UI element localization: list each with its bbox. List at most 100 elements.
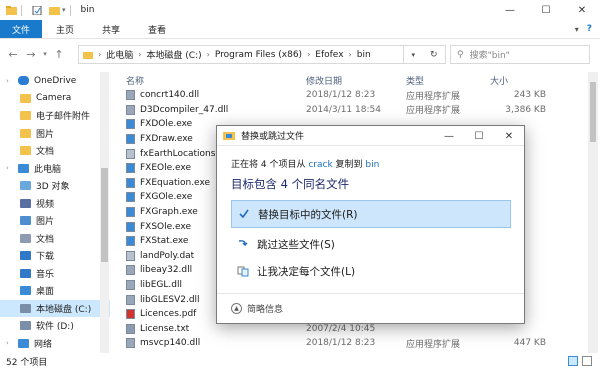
exe-icon xyxy=(126,221,135,232)
close-button[interactable]: ✕ xyxy=(564,0,600,20)
sidebar-item[interactable]: › OneDrive xyxy=(0,72,110,90)
tab-home[interactable]: 主页 xyxy=(42,20,88,38)
scrollbar-thumb[interactable] xyxy=(101,168,108,262)
skip-files-option[interactable]: 跳过这些文件(S) xyxy=(231,230,511,258)
breadcrumb-drive-c[interactable]: 本地磁盘 (C:) xyxy=(146,48,201,61)
sidebar-item[interactable]: 下载 xyxy=(0,247,110,265)
dialog-maximize-button[interactable]: ☐ xyxy=(464,126,494,146)
sidebar-item[interactable]: 图片 xyxy=(0,212,110,230)
scrollbar-thumb[interactable] xyxy=(590,82,596,142)
sidebar-item-label: 下载 xyxy=(36,252,55,263)
file-row[interactable]: msvcp140.dll 2018/1/12 8:23 应用程序扩展 447 KB xyxy=(116,336,586,351)
file-row[interactable]: D3Dcompiler_47.dll 2014/3/11 18:54 应用程序扩展 3… xyxy=(116,103,586,118)
search-placeholder: 搜索"bin" xyxy=(469,51,510,61)
sidebar-item-label: 软件 (D:) xyxy=(36,322,74,333)
ribbon-expand-icon[interactable]: ▾ xyxy=(575,25,579,34)
new-folder-icon[interactable] xyxy=(49,6,60,15)
sidebar-item-label: 图片 xyxy=(36,129,55,140)
sidebar-item[interactable]: 文档 xyxy=(0,142,110,160)
maximize-button[interactable]: ☐ xyxy=(528,0,564,20)
file-name: FXEquation.exe xyxy=(140,177,211,188)
sidebar-item-label: 本地磁盘 (C:) xyxy=(36,304,92,315)
file-date: 2014/3/11 18:54 xyxy=(306,104,381,115)
dialog-minimize-button[interactable]: — xyxy=(434,126,464,146)
cube-icon xyxy=(20,181,31,191)
dialog-title: 替换或跳过文件 xyxy=(241,132,305,142)
exe-icon xyxy=(126,236,135,247)
sidebar-item[interactable]: 3D 对象 xyxy=(0,177,110,195)
folder-icon xyxy=(20,128,31,138)
chevron-right-icon[interactable]: › xyxy=(207,50,210,59)
sidebar-item[interactable]: 本地磁盘 (C:) xyxy=(0,299,110,317)
decide-icon xyxy=(237,265,249,277)
tab-file[interactable]: 文件 xyxy=(0,20,43,38)
back-icon[interactable]: ← xyxy=(4,48,22,61)
folder-icon xyxy=(20,111,31,121)
file-name: concrt140.dll xyxy=(140,90,200,101)
pictures-icon xyxy=(20,216,31,226)
destination-folder-link[interactable]: bin xyxy=(365,160,379,170)
recent-dropdown-icon[interactable]: ▾ xyxy=(40,50,50,58)
file-list-scrollbar[interactable] xyxy=(588,72,598,353)
file-name: FXStat.exe xyxy=(140,236,189,247)
properties-icon[interactable] xyxy=(32,5,43,15)
column-size[interactable]: 大小 xyxy=(490,74,508,87)
chevron-right-icon[interactable]: › xyxy=(307,50,310,59)
dll-icon xyxy=(126,90,135,101)
file-row[interactable]: concrt140.dll 2018/1/12 8:23 应用程序扩展 243 KB xyxy=(116,88,586,103)
sidebar-item-label: OneDrive xyxy=(34,75,77,86)
sidebar-item[interactable]: Camera xyxy=(0,90,110,108)
exe-icon xyxy=(126,192,135,203)
breadcrumb-bin[interactable]: bin xyxy=(357,50,371,60)
file-name: libeay32.dll xyxy=(140,265,193,276)
breadcrumb-efofex[interactable]: Efofex xyxy=(315,50,343,60)
column-type[interactable]: 类型 xyxy=(406,74,424,87)
sidebar-item[interactable]: 图片 xyxy=(0,125,110,143)
chevron-right-icon[interactable]: › xyxy=(6,164,13,172)
column-header: 名称 修改日期 类型 大小 xyxy=(116,72,586,88)
qat-dropdown-icon[interactable]: ▾ xyxy=(62,6,66,14)
chevron-right-icon[interactable]: › xyxy=(6,77,13,85)
refresh-icon[interactable]: ↻ xyxy=(430,50,438,60)
sidebar-item[interactable]: 文档 xyxy=(0,230,110,248)
sidebar-item[interactable]: 桌面 xyxy=(0,282,110,300)
sidebar-item[interactable]: 音乐 xyxy=(0,265,110,283)
minimize-button[interactable]: — xyxy=(492,0,528,20)
decide-each-file-option[interactable]: 让我决定每个文件(L) xyxy=(231,257,511,285)
search-box[interactable]: ⚲ 搜索"bin" xyxy=(450,45,590,64)
fewer-details-label: 简略信息 xyxy=(247,305,284,315)
forward-icon[interactable]: → xyxy=(22,48,40,61)
fewer-details-toggle[interactable]: ▲ 简略信息 xyxy=(217,293,524,323)
navigation-scrollbar[interactable] xyxy=(100,72,109,353)
column-date[interactable]: 修改日期 xyxy=(306,74,342,87)
details-view-icon[interactable] xyxy=(568,356,578,366)
chevron-right-icon[interactable]: › xyxy=(98,50,101,59)
chevron-right-icon[interactable]: › xyxy=(138,50,141,59)
desktop-icon xyxy=(20,286,31,296)
sidebar-item[interactable]: › 网络 xyxy=(0,335,110,353)
txt-icon xyxy=(126,323,135,334)
help-icon[interactable]: ? xyxy=(587,24,592,34)
folder-icon xyxy=(6,5,17,15)
address-bar[interactable]: › 此电脑 › 本地磁盘 (C:) › Program Files (x86) … xyxy=(78,45,404,64)
replace-files-option[interactable]: 替换目标中的文件(R) xyxy=(231,200,511,228)
sidebar-item[interactable]: 视频 xyxy=(0,195,110,213)
sidebar-item[interactable]: 软件 (D:) xyxy=(0,317,110,335)
sidebar-item-label: 电子邮件附件 xyxy=(36,112,91,123)
large-icons-view-icon[interactable] xyxy=(582,356,592,366)
dat-icon xyxy=(126,148,135,159)
up-icon[interactable]: ↑ xyxy=(50,48,68,61)
sidebar-item[interactable]: › 此电脑 xyxy=(0,160,110,178)
tab-view[interactable]: 查看 xyxy=(134,20,180,38)
dll-icon xyxy=(126,294,135,305)
breadcrumb-this-pc[interactable]: 此电脑 xyxy=(106,48,133,61)
tab-share[interactable]: 共享 xyxy=(88,20,134,38)
dialog-close-button[interactable]: ✕ xyxy=(494,126,524,146)
column-name[interactable]: 名称 xyxy=(126,74,144,87)
chevron-right-icon[interactable]: › xyxy=(349,50,352,59)
source-folder-link[interactable]: crack xyxy=(308,160,332,170)
address-dropdown-icon[interactable]: ▾ xyxy=(411,51,415,59)
chevron-right-icon[interactable]: › xyxy=(6,339,13,347)
breadcrumb-program-files[interactable]: Program Files (x86) xyxy=(215,50,302,60)
sidebar-item[interactable]: 电子邮件附件 xyxy=(0,107,110,125)
